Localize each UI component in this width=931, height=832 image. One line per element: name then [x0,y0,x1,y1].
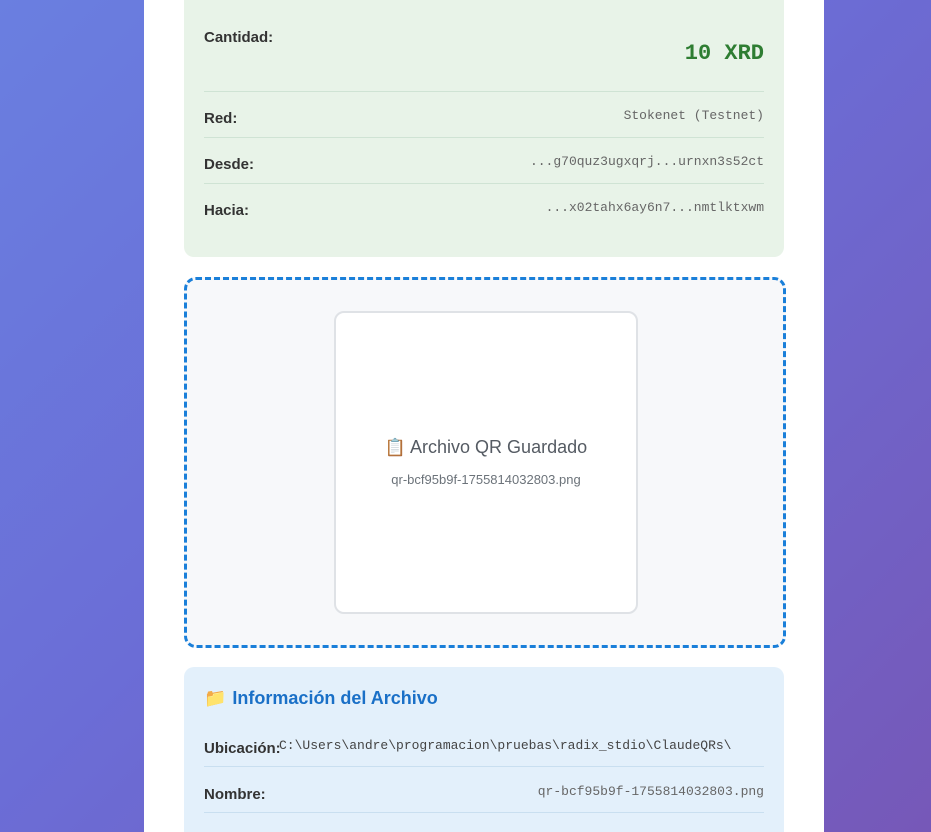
from-address: ...g70quz3ugxqrj...urnxn3s52ct [529,154,764,169]
clipboard-icon: 📋 [384,438,407,457]
qr-filename: qr-bcf95b9f-1755814032803.png [391,472,581,487]
from-row: Desde: ...g70quz3ugxqrj...urnxn3s52ct [204,138,764,184]
name-value[interactable]: qr-bcf95b9f-1755814032803.png [538,784,764,799]
amount-row: Cantidad: 10 XRD [204,0,764,92]
from-label: Desde: [204,156,255,173]
qr-saved-title: 📋 Archivo QR Guardado [336,437,636,458]
location-row: Ubicación: C:\Users\andre\programacion\p… [204,727,764,767]
qr-saved-card[interactable]: 📋 Archivo QR Guardado qr-bcf95b9f-1755814… [334,311,638,614]
file-info-title: Información del Archivo [232,688,438,708]
folder-icon: 📁 [204,688,227,708]
qr-display-area: 📋 Archivo QR Guardado qr-bcf95b9f-1755814… [184,277,786,648]
file-info-header: 📁 Información del Archivo [204,688,438,709]
name-label: Nombre: [204,786,266,803]
to-row: Hacia: ...x02tahx6ay6n7...nmtlktxwm [204,184,764,229]
name-row: Nombre: qr-bcf95b9f-1755814032803.png [204,767,764,813]
transaction-summary: Cantidad: 10 XRD Red: Stokenet (Testnet)… [184,0,784,257]
file-info-panel: 📁 Información del Archivo Ubicación: C:\U… [184,667,784,832]
network-row: Red: Stokenet (Testnet) [204,92,764,138]
main-card: Cantidad: 10 XRD Red: Stokenet (Testnet)… [144,0,824,832]
network-value: Stokenet (Testnet) [623,108,764,123]
amount-label: Cantidad: [204,29,274,46]
location-label: Ubicación: [204,740,281,757]
location-path[interactable]: C:\Users\andre\programacion\pruebas\radi… [279,738,731,753]
amount-value: 10 XRD [684,41,764,66]
qr-saved-title-text: Archivo QR Guardado [410,437,588,457]
to-label: Hacia: [204,202,250,219]
network-label: Red: [204,110,238,127]
to-address: ...x02tahx6ay6n7...nmtlktxwm [545,200,764,215]
